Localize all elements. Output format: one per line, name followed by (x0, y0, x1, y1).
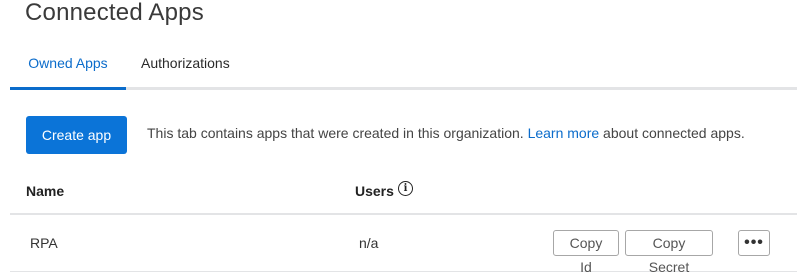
info-text-suffix: about connected apps. (603, 125, 745, 141)
create-app-button[interactable]: Create app (26, 116, 127, 154)
page-title: Connected Apps (25, 0, 204, 26)
column-header-name: Name (26, 183, 65, 199)
info-text-prefix: This tab contains apps that were created… (147, 125, 524, 141)
more-options-button[interactable]: ••• (738, 230, 770, 256)
info-icon[interactable]: i (398, 181, 413, 196)
column-header-users: Users (355, 183, 394, 199)
tab-authorizations[interactable]: Authorizations (141, 45, 230, 87)
app-users-cell: n/a (359, 235, 379, 251)
info-text: This tab contains apps that were created… (147, 124, 745, 142)
copy-id-button[interactable]: Copy Id (553, 230, 619, 273)
learn-more-link[interactable]: Learn more (528, 125, 600, 141)
table-header: Name Users i (10, 170, 797, 215)
connected-apps-page: Connected Apps Owned Apps Authorizations… (0, 0, 800, 273)
tab-bar: Owned Apps Authorizations (10, 45, 797, 90)
table-row: RPA n/a Copy Id Copy Secret ••• (10, 215, 797, 273)
copy-secret-button[interactable]: Copy Secret (625, 230, 713, 273)
tab-owned-apps[interactable]: Owned Apps (10, 45, 126, 90)
app-name-cell: RPA (30, 235, 58, 251)
apps-table: Name Users i RPA n/a Copy Id Copy Secret… (10, 170, 797, 273)
